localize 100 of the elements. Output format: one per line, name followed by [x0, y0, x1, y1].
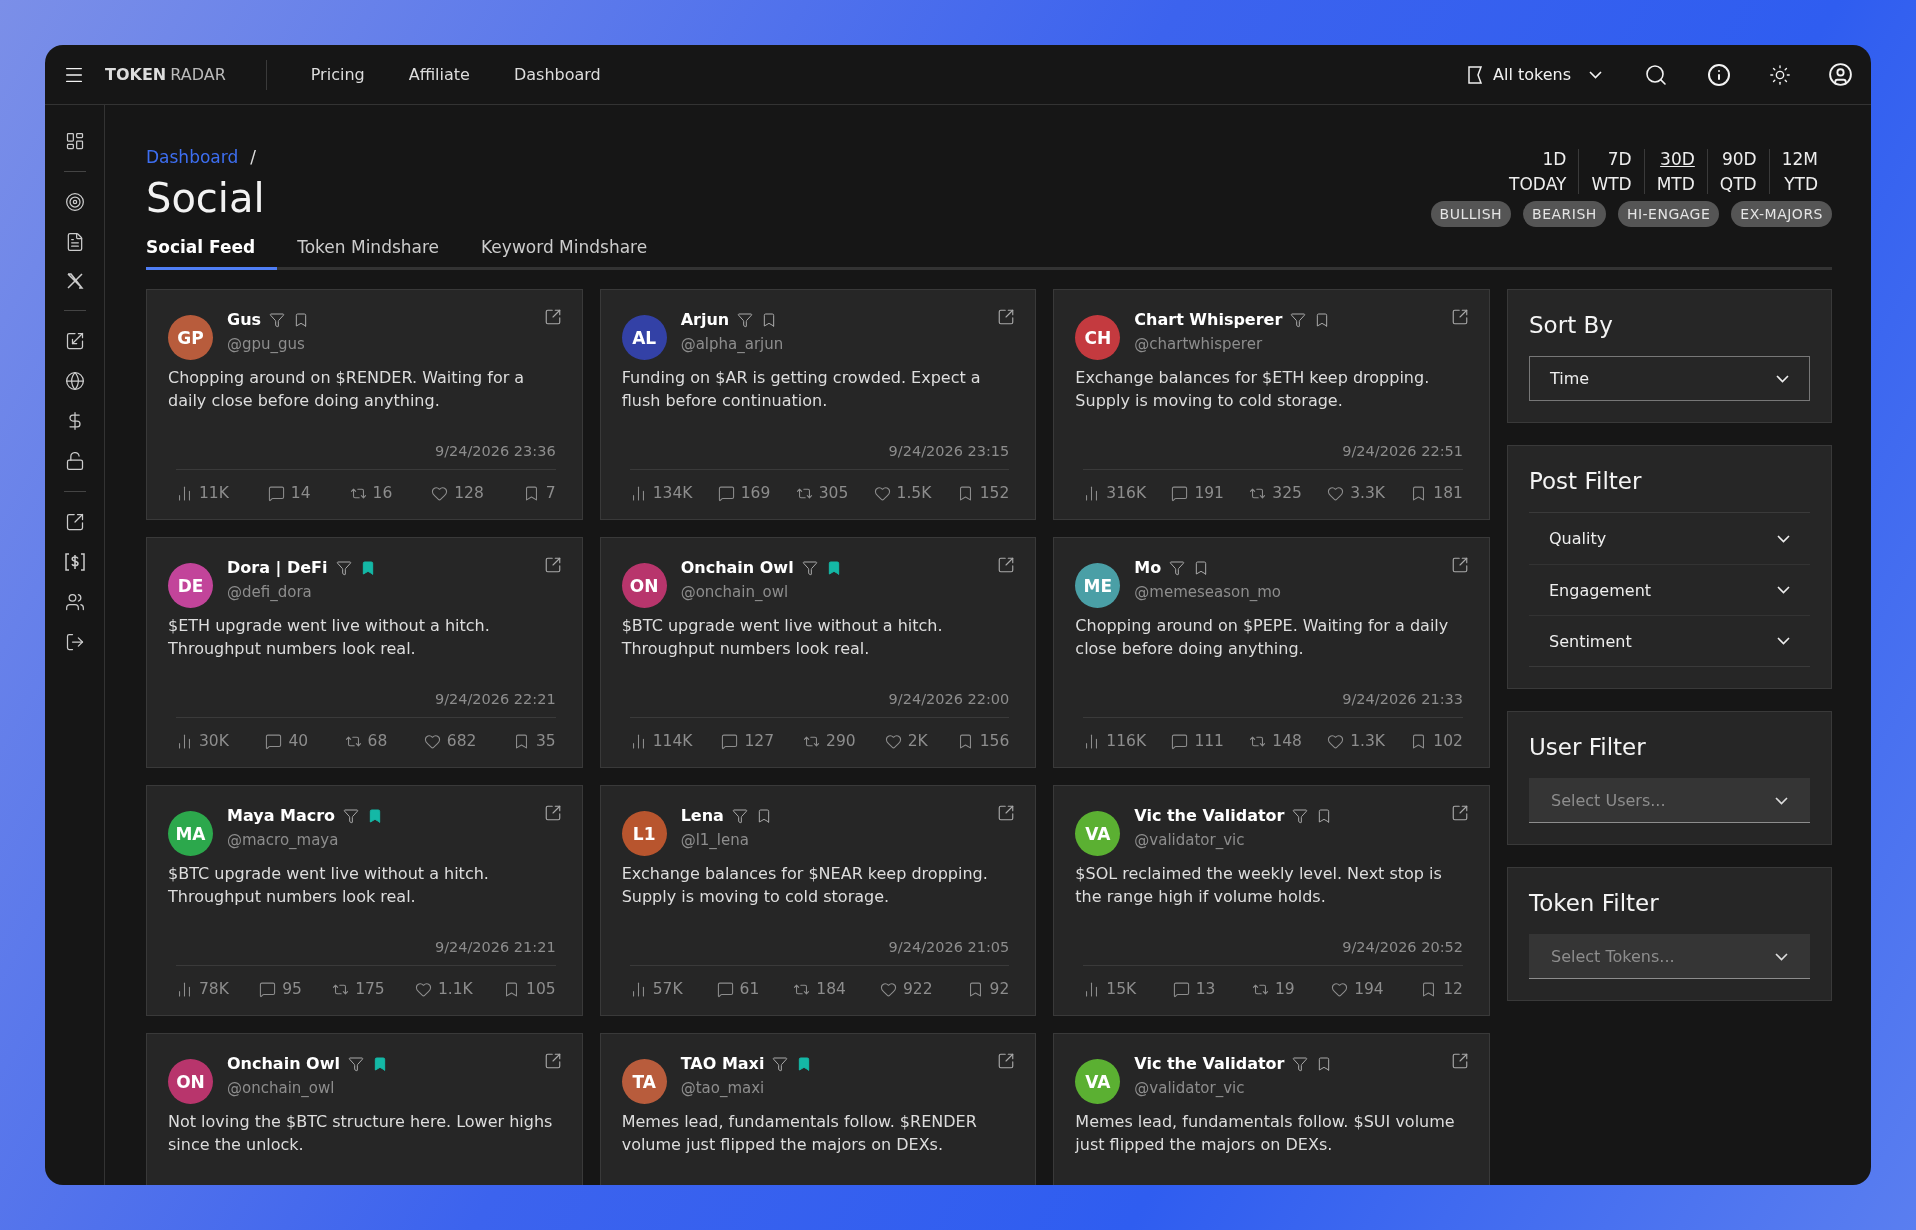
filter-chip[interactable]: BEARISH	[1523, 201, 1606, 227]
bracket-dollar-icon[interactable]	[63, 552, 86, 572]
external-link-icon[interactable]	[1451, 804, 1469, 822]
filter-icon[interactable]	[335, 559, 352, 576]
range-option[interactable]: 90D QTD	[1706, 149, 1769, 194]
post-stat[interactable]: 30K	[176, 732, 229, 750]
external-link-icon[interactable]	[1451, 556, 1469, 574]
theme-icon[interactable]	[1769, 63, 1791, 86]
filter-icon[interactable]	[801, 559, 818, 576]
external-link-icon[interactable]	[997, 308, 1016, 326]
accordion-item[interactable]: Sentiment	[1529, 615, 1810, 666]
post-stat[interactable]: 61	[716, 980, 760, 998]
post-stat[interactable]: 102	[1410, 732, 1463, 750]
filter-chip[interactable]: EX-MAJORS	[1731, 201, 1832, 227]
filter-icon[interactable]	[1169, 559, 1186, 576]
post-stat[interactable]: 92	[966, 980, 1010, 998]
post-stat[interactable]: 148	[1249, 732, 1302, 750]
accordion-item[interactable]: Engagement	[1529, 564, 1810, 615]
external-link-icon[interactable]	[64, 512, 85, 532]
nav-link[interactable]: Dashboard	[513, 65, 601, 84]
filter-icon[interactable]	[348, 1055, 364, 1072]
post-stat[interactable]: 325	[1249, 484, 1302, 502]
post-stat[interactable]: 682	[423, 732, 477, 750]
post-stat[interactable]: 11K	[176, 484, 229, 502]
post-stat[interactable]: 191	[1171, 484, 1224, 502]
post-stat[interactable]: 181	[1410, 484, 1463, 502]
post-stat[interactable]: 7	[522, 484, 556, 502]
post-stat[interactable]: 1.5K	[873, 484, 932, 502]
post-stat[interactable]: 19	[1251, 980, 1295, 998]
post-stat[interactable]: 114K	[629, 732, 693, 750]
filter-icon[interactable]	[731, 807, 748, 824]
accordion-item[interactable]: Quality	[1529, 513, 1810, 564]
filter-icon[interactable]	[269, 311, 286, 328]
filter-icon[interactable]	[772, 1055, 789, 1072]
multi-select[interactable]: Select Users...	[1529, 778, 1810, 823]
filter-chip[interactable]: BULLISH	[1430, 201, 1512, 227]
post-stat[interactable]: 116K	[1083, 732, 1147, 750]
post-stat[interactable]: 68	[344, 732, 388, 750]
post-stat[interactable]: 305	[795, 484, 849, 502]
post-stat[interactable]: 169	[717, 484, 771, 502]
info-icon[interactable]	[1707, 62, 1731, 87]
post-stat[interactable]: 175	[332, 980, 385, 998]
external-link-icon[interactable]	[1451, 308, 1469, 326]
post-stat[interactable]: 35	[512, 732, 556, 750]
post-stat[interactable]: 156	[956, 732, 1010, 750]
filter-icon[interactable]	[343, 807, 360, 824]
post-stat[interactable]: 40	[265, 732, 309, 750]
external-link-icon[interactable]	[997, 1052, 1016, 1070]
post-stat[interactable]: 13	[1172, 980, 1216, 998]
external-link-icon[interactable]	[997, 804, 1016, 822]
post-stat[interactable]: 184	[793, 980, 846, 998]
post-stat[interactable]: 57K	[629, 980, 683, 998]
post-stat[interactable]: 2K	[884, 732, 928, 750]
range-option[interactable]: 30D MTD	[1643, 149, 1707, 194]
unlock-icon[interactable]	[64, 451, 85, 471]
filter-icon[interactable]	[737, 311, 754, 328]
users-icon[interactable]	[64, 592, 85, 612]
token-select[interactable]: All tokens	[1461, 63, 1608, 86]
external-link-icon[interactable]	[997, 556, 1016, 574]
post-stat[interactable]: 1.1K	[414, 980, 473, 998]
post-stat[interactable]: 128	[431, 484, 484, 502]
post-stat[interactable]: 134K	[629, 484, 693, 502]
target-icon[interactable]	[64, 192, 85, 212]
post-stat[interactable]: 127	[721, 732, 774, 750]
external-link-icon[interactable]	[543, 556, 562, 574]
filter-icon[interactable]	[1292, 1055, 1309, 1072]
post-stat[interactable]: 95	[259, 980, 302, 998]
nav-link[interactable]: Pricing	[310, 65, 365, 84]
bookmark-icon[interactable]	[372, 1055, 388, 1072]
post-stat[interactable]: 290	[803, 732, 856, 750]
logout-icon[interactable]	[64, 632, 85, 652]
post-stat[interactable]: 12	[1420, 980, 1463, 998]
post-stat[interactable]: 1.3K	[1327, 732, 1386, 750]
post-stat[interactable]: 316K	[1083, 484, 1147, 502]
range-option[interactable]: 12M YTD	[1768, 149, 1832, 194]
post-stat[interactable]: 78K	[176, 980, 229, 998]
external-link-icon[interactable]	[543, 1052, 562, 1070]
search-icon[interactable]	[1644, 62, 1668, 87]
filter-icon[interactable]	[1292, 807, 1309, 824]
nav-link[interactable]: Affiliate	[408, 65, 470, 84]
external-link-icon[interactable]	[1451, 1052, 1469, 1070]
external-link-icon[interactable]	[543, 308, 562, 326]
post-stat[interactable]: 111	[1171, 732, 1224, 750]
post-stat[interactable]: 15K	[1083, 980, 1137, 998]
post-stat[interactable]: 3.3K	[1327, 484, 1386, 502]
post-stat[interactable]: 922	[879, 980, 933, 998]
user-icon[interactable]	[1828, 62, 1853, 87]
post-stat[interactable]: 194	[1331, 980, 1384, 998]
dashboard-icon[interactable]	[64, 131, 85, 151]
resize-icon[interactable]	[64, 331, 85, 351]
post-stat[interactable]: 105	[503, 980, 556, 998]
tab[interactable]: Token Mindshare	[297, 229, 462, 270]
range-option[interactable]: 1D TODAY	[1497, 149, 1579, 194]
range-option[interactable]: 7D WTD	[1578, 149, 1644, 194]
filter-chip[interactable]: HI-ENGAGE	[1617, 201, 1720, 227]
multi-select[interactable]: Select Tokens...	[1529, 934, 1810, 979]
external-link-icon[interactable]	[543, 804, 562, 822]
breadcrumb-link[interactable]: Dashboard	[146, 147, 239, 167]
sort-select[interactable]: Time	[1529, 356, 1810, 401]
tab[interactable]: Keyword Mindshare	[481, 229, 670, 270]
